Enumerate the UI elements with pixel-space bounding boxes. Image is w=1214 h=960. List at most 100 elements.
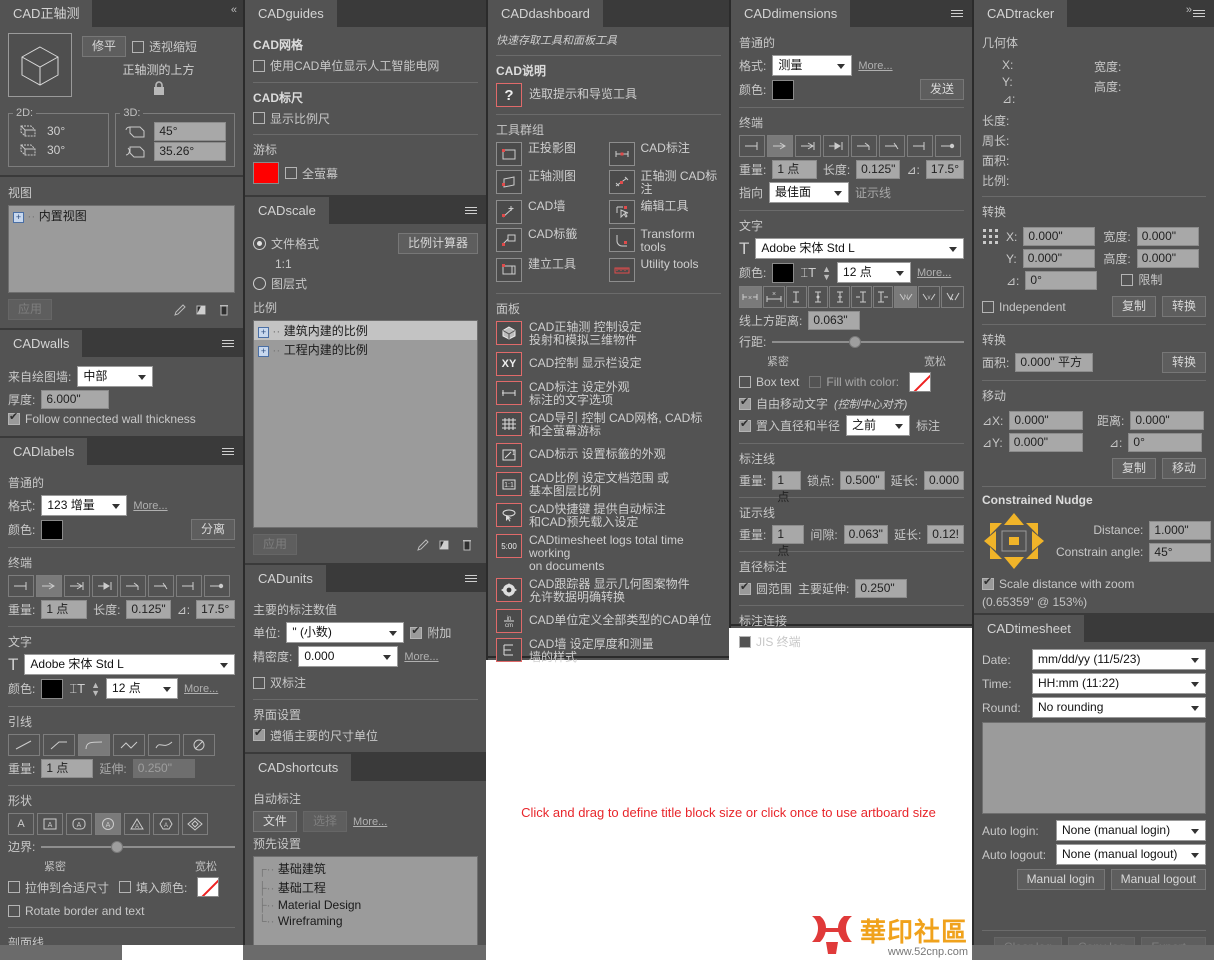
tab-cadtimesheet[interactable]: CADtimesheet	[974, 615, 1085, 642]
toolset-item[interactable]: 正轴测图	[496, 170, 609, 196]
edit-pencil-icon[interactable]	[169, 301, 191, 319]
scale-calculator-button[interactable]: 比例计算器	[398, 233, 478, 254]
shape-triangle[interactable]: A	[124, 813, 150, 835]
follow-thickness-checkbox[interactable]: Follow connected wall thickness	[8, 412, 196, 426]
terminal-style-5[interactable]	[120, 575, 146, 597]
units-unit-select[interactable]: " (小数)	[286, 622, 404, 643]
shape-rounded[interactable]: A	[66, 813, 92, 835]
panel-link-item[interactable]: 5:00 CADtimesheet logs total time workin…	[496, 534, 721, 573]
dim-text-more-link[interactable]: More...	[917, 267, 951, 279]
leader-style-5[interactable]	[148, 734, 180, 756]
tab-cadtracker[interactable]: CADtracker	[974, 0, 1068, 27]
panel-menu-icon[interactable]	[219, 438, 237, 465]
twidth-field[interactable]: 0.000"	[1137, 227, 1199, 246]
walls-from-select[interactable]: 中部	[77, 366, 153, 387]
transform-button[interactable]: 转换	[1162, 296, 1206, 317]
text-pos-6[interactable]	[851, 286, 872, 308]
tab-caddimensions[interactable]: CADdimensions	[731, 0, 851, 27]
dim-terminal-style-6[interactable]	[879, 135, 905, 157]
convert-button[interactable]: 转换	[1162, 352, 1206, 373]
list-item[interactable]: + ·· 建筑内建的比例	[254, 321, 477, 340]
cursor-color-swatch[interactable]	[253, 162, 279, 184]
leader-extend-field[interactable]: 0.250"	[133, 759, 195, 778]
dim-size-select[interactable]: 12 点	[837, 262, 911, 283]
text-pos-3[interactable]	[786, 286, 807, 308]
dim-weight-field[interactable]: 1 点	[772, 160, 816, 179]
expand-icon[interactable]: +	[13, 212, 24, 223]
dy-field[interactable]: 0.000"	[1009, 433, 1083, 452]
scale-with-zoom-checkbox[interactable]: Scale distance with zoom	[982, 577, 1134, 591]
terminal-style-4[interactable]	[92, 575, 118, 597]
manual-logout-button[interactable]: Manual logout	[1111, 869, 1206, 890]
panel-link-item[interactable]: CAD标注 设定外观 标注的文字选项	[496, 381, 721, 407]
list-item[interactable]: + ·· 内置视图	[9, 206, 234, 225]
stretch-fit-checkbox[interactable]: 拉伸到合适尺寸	[8, 879, 109, 896]
jis-terminal-checkbox[interactable]: JIS 终端	[739, 633, 801, 650]
panel-link-item[interactable]: CAD墙 设定厚度和测量 墙的样式	[496, 638, 721, 664]
follow-primary-unit-checkbox[interactable]: 遵循主要的尺寸单位	[253, 727, 378, 744]
dim-color-swatch[interactable]	[772, 80, 794, 100]
expand-icon[interactable]: +	[258, 327, 269, 338]
toolset-item[interactable]: Utility tools	[609, 258, 722, 282]
panel-menu-icon[interactable]	[462, 197, 480, 224]
scale-doc-radio[interactable]: 文件格式	[253, 235, 319, 252]
dim-terminal-style-3[interactable]	[795, 135, 821, 157]
wit-weight-field[interactable]: 1 点	[772, 525, 804, 544]
tab-cadwalls[interactable]: CADwalls	[0, 330, 83, 357]
panel-link-item[interactable]: CAD快捷键 提供自动标注 和CAD预先载入设定	[496, 503, 721, 529]
new-item-icon[interactable]	[191, 301, 213, 319]
nudge-angle-field[interactable]: 45°	[1149, 543, 1211, 562]
fullscreen-cursor-checkbox[interactable]: 全萤幕	[285, 165, 338, 182]
text-pos-9[interactable]: v	[918, 286, 941, 308]
toolset-item[interactable]: CAD标注	[609, 142, 722, 166]
labels-length-field[interactable]: 0.125"	[126, 600, 170, 619]
labels-color-swatch[interactable]	[41, 520, 63, 540]
collapse-icon[interactable]: «	[231, 4, 237, 16]
tab-cadshortcuts[interactable]: CADshortcuts	[245, 754, 352, 781]
labels-text-color-swatch[interactable]	[41, 679, 63, 699]
fill-with-color-checkbox[interactable]: Fill with color:	[809, 375, 899, 389]
shape-diamond[interactable]	[182, 813, 208, 835]
ty-field[interactable]: 0.000"	[1023, 249, 1095, 268]
move-copy-button[interactable]: 复制	[1112, 458, 1156, 479]
panel-link-item[interactable]: CAD导引 控制 CAD网格, CAD标 和全萤幕游标	[496, 412, 721, 438]
line-space-slider[interactable]	[772, 335, 964, 349]
dim-angle-field[interactable]: 17.5°	[926, 160, 964, 179]
angle-3d-b-field[interactable]: 35.26°	[154, 142, 226, 161]
labels-format-select[interactable]: 123 增量	[41, 495, 127, 516]
edit-pencil-icon[interactable]	[412, 536, 434, 554]
document-canvas[interactable]: Click and drag to define title block siz…	[485, 660, 972, 960]
diameter-radius-checkbox[interactable]: 置入直径和半径	[739, 417, 840, 434]
fill-color-checkbox[interactable]: 填入颜色:	[119, 879, 187, 896]
dim-send-button[interactable]: 发送	[920, 79, 964, 100]
panel-link-item[interactable]: 1 CAD标示 设置标籤的外观	[496, 443, 721, 467]
dim-terminal-style-8[interactable]	[935, 135, 961, 157]
angle-3d-a-field[interactable]: 45°	[154, 122, 226, 141]
text-pos-5[interactable]	[829, 286, 850, 308]
leader-style-4[interactable]	[113, 734, 145, 756]
theight-field[interactable]: 0.000"	[1137, 249, 1199, 268]
walls-thickness-field[interactable]: 6.000"	[41, 390, 109, 409]
panel-link-item[interactable]: XY CAD控制 显示栏设定	[496, 352, 721, 376]
wit-extend-field[interactable]: 0.12!	[927, 525, 964, 544]
tangle-field[interactable]: 0°	[1025, 271, 1097, 290]
units-precision-select[interactable]: 0.000	[298, 646, 398, 667]
circle-range-checkbox[interactable]: 圆范围	[739, 580, 792, 597]
terminal-style-2[interactable]	[36, 575, 62, 597]
dim-terminal-style-2[interactable]	[767, 135, 793, 157]
reference-point-icon[interactable]	[982, 228, 1000, 246]
list-item[interactable]: ├·· 基础工程	[254, 878, 477, 897]
dim-text-color-swatch[interactable]	[772, 263, 794, 283]
date-format-select[interactable]: mm/dd/yy (11/5/23)	[1032, 649, 1206, 670]
labels-angle-field[interactable]: 17.5°	[196, 600, 235, 619]
main-extend-field[interactable]: 0.250"	[855, 579, 907, 598]
labels-weight-field[interactable]: 1 点	[41, 600, 87, 619]
stepper-icon[interactable]: ▲▼	[822, 265, 831, 281]
leader-style-1[interactable]	[8, 734, 40, 756]
leader-style-3[interactable]	[78, 734, 110, 756]
labels-format-more-link[interactable]: More...	[133, 500, 167, 512]
auto-login-select[interactable]: None (manual login)	[1056, 820, 1206, 841]
toolset-item[interactable]: 正投影图	[496, 142, 609, 166]
dim-format-select[interactable]: 测量	[772, 55, 852, 76]
scale-apply-button[interactable]: 应用	[253, 534, 297, 555]
